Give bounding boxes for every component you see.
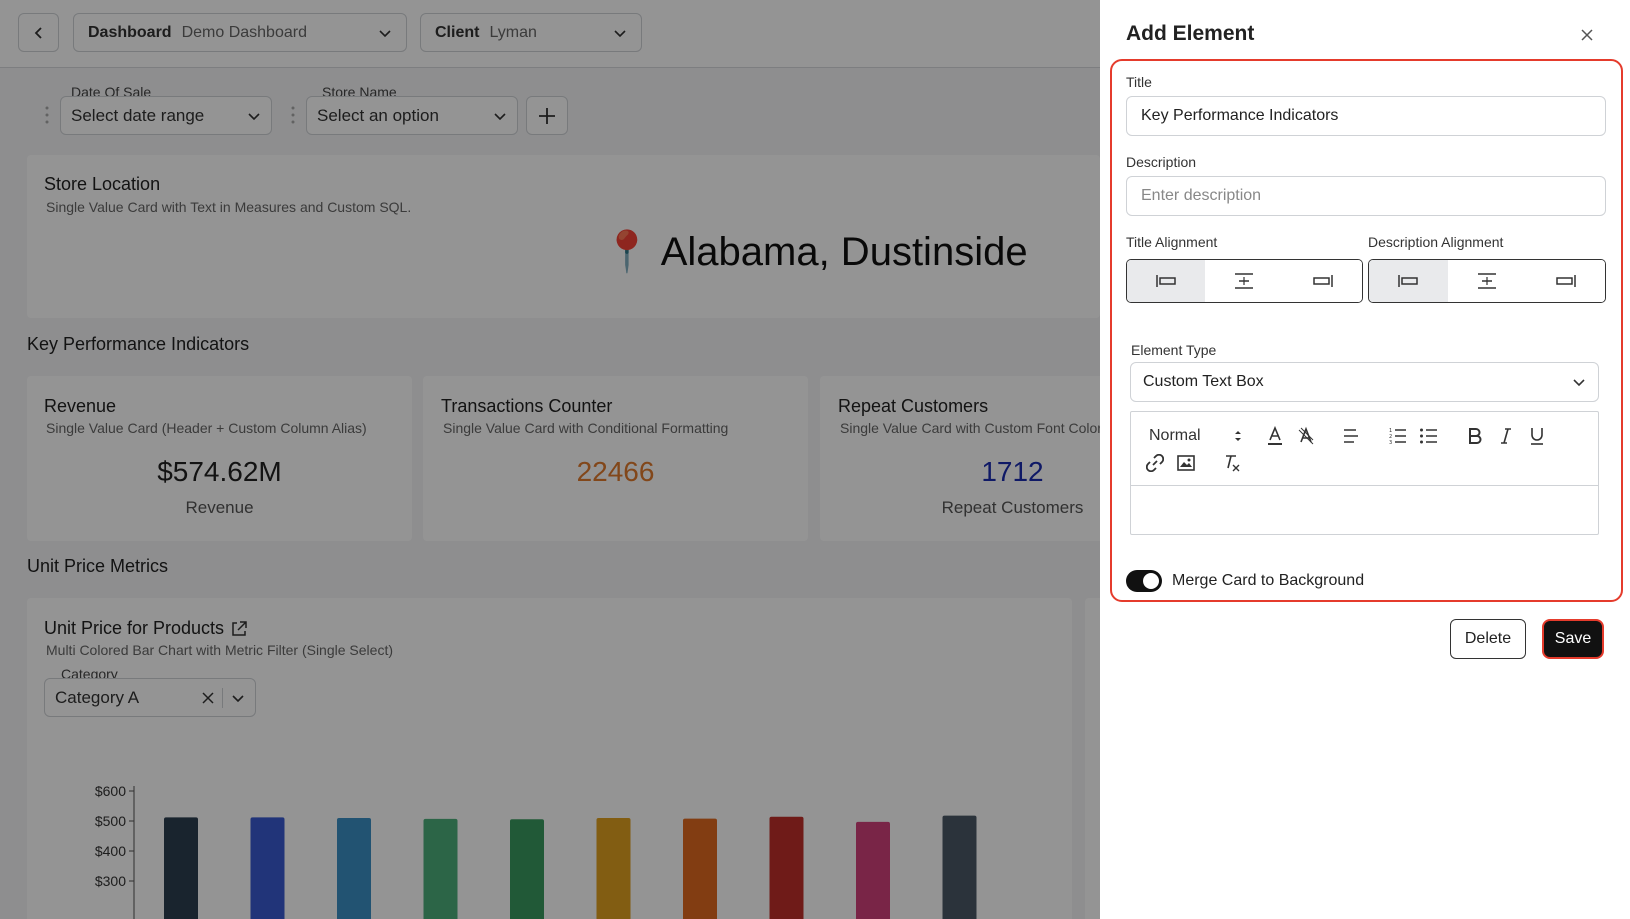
modal-overlay[interactable]	[0, 0, 1100, 919]
italic-button[interactable]	[1495, 424, 1517, 448]
description-align-center-button[interactable]	[1447, 260, 1527, 302]
heading-select-value: Normal	[1149, 427, 1201, 444]
updown-icon	[1234, 431, 1241, 441]
save-button[interactable]: Save	[1542, 619, 1604, 659]
align-center-icon	[1235, 273, 1254, 289]
element-type-label: Element Type	[1131, 342, 1217, 358]
svg-text:3: 3	[1389, 440, 1392, 445]
background-color-button[interactable]	[1295, 424, 1317, 448]
editor-content-area[interactable]	[1131, 486, 1598, 534]
dashboard-background: Dashboard Demo Dashboard Client Lyman Da…	[0, 0, 1100, 919]
title-input[interactable]: Key Performance Indicators	[1126, 96, 1606, 136]
align-left-icon	[1398, 275, 1419, 287]
description-alignment-group	[1368, 259, 1606, 303]
delete-button[interactable]: Delete	[1450, 619, 1526, 659]
chevron-down-icon	[1573, 379, 1585, 387]
align-center-icon	[1478, 273, 1496, 289]
title-align-left-button[interactable]	[1127, 260, 1206, 302]
ordered-list-button[interactable]: 123	[1387, 424, 1409, 448]
title-alignment-label: Title Alignment	[1126, 234, 1218, 250]
title-alignment-group	[1126, 259, 1363, 303]
bullet-list-icon	[1420, 428, 1437, 444]
description-input[interactable]: Enter description	[1126, 176, 1606, 216]
highlight-color-icon	[1298, 426, 1314, 445]
bold-icon	[1469, 428, 1482, 444]
underline-icon	[1531, 428, 1543, 445]
image-button[interactable]	[1175, 451, 1197, 475]
bold-button[interactable]	[1464, 424, 1486, 448]
clear-format-button[interactable]	[1221, 451, 1243, 475]
description-alignment-label: Description Alignment	[1368, 234, 1504, 250]
ordered-list-icon: 123	[1389, 428, 1406, 445]
merge-card-toggle-label: Merge Card to Background	[1172, 572, 1365, 589]
element-type-value: Custom Text Box	[1143, 373, 1264, 390]
italic-icon	[1501, 428, 1511, 444]
drawer-title: Add Element	[1126, 22, 1255, 45]
align-right-icon	[1313, 275, 1333, 287]
align-right-icon	[1555, 275, 1576, 287]
rich-text-editor: Normal 123	[1130, 411, 1599, 535]
heading-select[interactable]: Normal	[1149, 424, 1243, 448]
description-align-left-button[interactable]	[1369, 260, 1448, 302]
close-icon[interactable]	[1578, 26, 1596, 44]
editor-toolbar: Normal 123	[1131, 412, 1598, 486]
underline-button[interactable]	[1526, 424, 1548, 448]
title-align-right-button[interactable]	[1283, 260, 1362, 302]
align-text-left-icon	[1344, 429, 1358, 443]
font-color-button[interactable]	[1264, 424, 1286, 448]
link-button[interactable]	[1144, 451, 1166, 475]
bullet-list-button[interactable]	[1418, 424, 1440, 448]
description-label: Description	[1126, 154, 1197, 170]
title-align-center-button[interactable]	[1205, 260, 1284, 302]
merge-card-toggle[interactable]	[1126, 570, 1162, 592]
image-icon	[1177, 455, 1195, 471]
title-label: Title	[1126, 74, 1152, 90]
toggle-knob	[1143, 573, 1159, 589]
element-type-select[interactable]: Custom Text Box	[1130, 362, 1599, 402]
font-color-icon	[1268, 426, 1282, 445]
clear-format-icon	[1226, 455, 1240, 472]
description-align-right-button[interactable]	[1526, 260, 1605, 302]
link-icon	[1146, 454, 1164, 472]
text-align-button[interactable]	[1340, 424, 1362, 448]
add-element-drawer: Add Element Title Key Performance Indica…	[1100, 0, 1630, 919]
align-left-icon	[1156, 275, 1176, 287]
